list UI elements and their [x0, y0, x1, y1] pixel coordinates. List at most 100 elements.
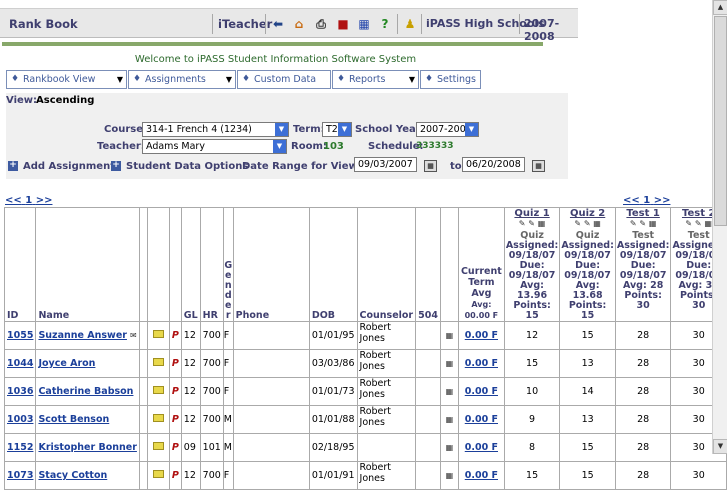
date-from-input[interactable]: 09/03/2007	[354, 157, 417, 172]
report-icon[interactable]: ▦	[356, 16, 372, 32]
help-icon[interactable]: ?	[377, 16, 393, 32]
student-id-link[interactable]: 1073	[7, 470, 33, 481]
score-cell[interactable]: 14	[559, 377, 616, 406]
score-cell[interactable]: 10	[503, 377, 561, 406]
back-icon[interactable]: ⬅	[270, 16, 286, 32]
student-id-link[interactable]: 1152	[7, 442, 33, 453]
score-cell[interactable]: 28	[614, 349, 672, 378]
school-year-select[interactable]: 2007-2008 ▼	[416, 122, 479, 137]
score-cell[interactable]: 15	[559, 433, 616, 462]
col-current-term[interactable]: Current Term Avg Avg: 00.00 F	[457, 207, 505, 322]
vertical-scrollbar[interactable]: ▲ ▼	[712, 0, 727, 454]
score-cell[interactable]: 28	[614, 405, 672, 434]
user-icon[interactable]: ♟	[402, 16, 418, 32]
col-id[interactable]: ID	[3, 207, 37, 322]
parent-portal-icon[interactable]: P	[172, 470, 179, 481]
col-name[interactable]: Name	[35, 207, 141, 322]
page-number-link[interactable]: 1	[643, 195, 650, 206]
student-current-grade[interactable]: 0.00 F	[465, 414, 498, 425]
student-id-link[interactable]: 1055	[7, 330, 33, 341]
score-cell[interactable]: 28	[614, 433, 672, 462]
student-current-grade[interactable]: 0.00 F	[465, 330, 498, 341]
score-cell[interactable]: 28	[614, 377, 672, 406]
add-icon[interactable]: +	[111, 161, 121, 171]
edit-card-icon[interactable]: ▦	[446, 387, 454, 396]
folder-icon[interactable]	[152, 470, 164, 478]
edit-card-icon[interactable]: ▦	[446, 359, 454, 368]
menu-reports[interactable]: ♦ Reports ▼	[332, 70, 419, 89]
score-cell[interactable]: 15	[559, 461, 616, 490]
col-gl[interactable]: GL	[180, 207, 201, 322]
menu-custom-data[interactable]: ♦ Custom Data	[237, 70, 331, 89]
folder-icon[interactable]	[152, 330, 164, 338]
student-name-link[interactable]: Joyce Aron	[38, 358, 95, 369]
col-gender[interactable]: Gender	[222, 207, 234, 322]
folder-icon[interactable]	[152, 358, 164, 366]
score-cell[interactable]: 13	[559, 349, 616, 378]
add-icon[interactable]: +	[8, 161, 18, 171]
assignment-name-link[interactable]: Test 1	[617, 209, 670, 219]
student-current-grade[interactable]: 0.00 F	[465, 442, 498, 453]
student-data-options-link[interactable]: Student Data Options	[126, 161, 248, 172]
print-icon[interactable]: ⎙	[313, 16, 329, 32]
edit-card-icon[interactable]: ▦	[446, 415, 454, 424]
assignment-name-link[interactable]: Quiz 1	[506, 209, 559, 219]
score-cell[interactable]: 8	[503, 433, 561, 462]
parent-portal-icon[interactable]: P	[172, 330, 179, 341]
home-icon[interactable]: ⌂	[291, 16, 307, 32]
score-cell[interactable]: 15	[503, 461, 561, 490]
folder-icon[interactable]	[152, 386, 164, 394]
book-icon[interactable]: ■	[335, 16, 351, 32]
next-page-link[interactable]: >>	[654, 195, 671, 206]
student-name-link[interactable]: Scott Benson	[38, 414, 109, 425]
student-current-grade[interactable]: 0.00 F	[465, 358, 498, 369]
score-cell[interactable]: 28	[614, 461, 672, 490]
student-name-link[interactable]: Suzanne Answer	[38, 330, 127, 341]
calendar-icon[interactable]: ▦	[424, 160, 437, 172]
edit-card-icon[interactable]: ▦	[446, 471, 454, 480]
col-dob[interactable]: DOB	[308, 207, 358, 322]
menu-settings[interactable]: ♦ Settings	[420, 70, 481, 89]
col-phone[interactable]: Phone	[232, 207, 310, 322]
score-cell[interactable]: 12	[503, 321, 561, 350]
next-page-link[interactable]: >>	[36, 195, 53, 206]
score-cell[interactable]: 13	[559, 405, 616, 434]
prev-page-link[interactable]: <<	[5, 195, 22, 206]
parent-portal-icon[interactable]: P	[172, 386, 179, 397]
student-name-link[interactable]: Catherine Babson	[38, 386, 133, 397]
score-cell[interactable]: 15	[559, 321, 616, 350]
student-id-link[interactable]: 1003	[7, 414, 33, 425]
add-assignment-link[interactable]: Add Assignment	[23, 161, 115, 172]
student-current-grade[interactable]: 0.00 F	[465, 386, 498, 397]
date-to-input[interactable]: 06/20/2008	[462, 157, 525, 172]
col-504[interactable]: 504	[415, 207, 441, 322]
student-id-link[interactable]: 1044	[7, 358, 33, 369]
student-id-link[interactable]: 1036	[7, 386, 33, 397]
page-number-link[interactable]: 1	[25, 195, 32, 206]
folder-icon[interactable]	[152, 414, 164, 422]
score-cell[interactable]: 9	[503, 405, 561, 434]
col-counselor[interactable]: Counselor	[356, 207, 417, 322]
assignment-name-link[interactable]: Quiz 2	[561, 209, 614, 219]
parent-portal-icon[interactable]: P	[172, 442, 179, 453]
course-select[interactable]: 314-1 French 4 (1234) ▼	[142, 122, 289, 137]
score-cell[interactable]: 28	[614, 321, 672, 350]
edit-card-icon[interactable]: ▦	[446, 443, 454, 452]
mail-icon[interactable]: ✉	[130, 331, 137, 340]
calendar-icon[interactable]: ▦	[532, 160, 545, 172]
scroll-down-icon[interactable]: ▼	[713, 439, 727, 454]
student-name-link[interactable]: Kristopher Bonner	[38, 442, 136, 453]
teacher-select[interactable]: Adams Mary ▼	[142, 139, 287, 154]
student-current-grade[interactable]: 0.00 F	[465, 470, 498, 481]
col-hr[interactable]: HR	[199, 207, 224, 322]
score-cell[interactable]: 30	[670, 461, 727, 490]
score-cell[interactable]: 15	[503, 349, 561, 378]
student-name-link[interactable]: Stacy Cotton	[38, 470, 107, 481]
parent-portal-icon[interactable]: P	[172, 414, 179, 425]
parent-portal-icon[interactable]: P	[172, 358, 179, 369]
scroll-up-icon[interactable]: ▲	[713, 0, 727, 15]
term-select[interactable]: T2 ▼	[322, 122, 352, 137]
menu-rankbook-view[interactable]: ♦ Rankbook View ▼	[6, 70, 127, 89]
prev-page-link[interactable]: <<	[623, 195, 640, 206]
scroll-thumb[interactable]	[714, 16, 727, 226]
